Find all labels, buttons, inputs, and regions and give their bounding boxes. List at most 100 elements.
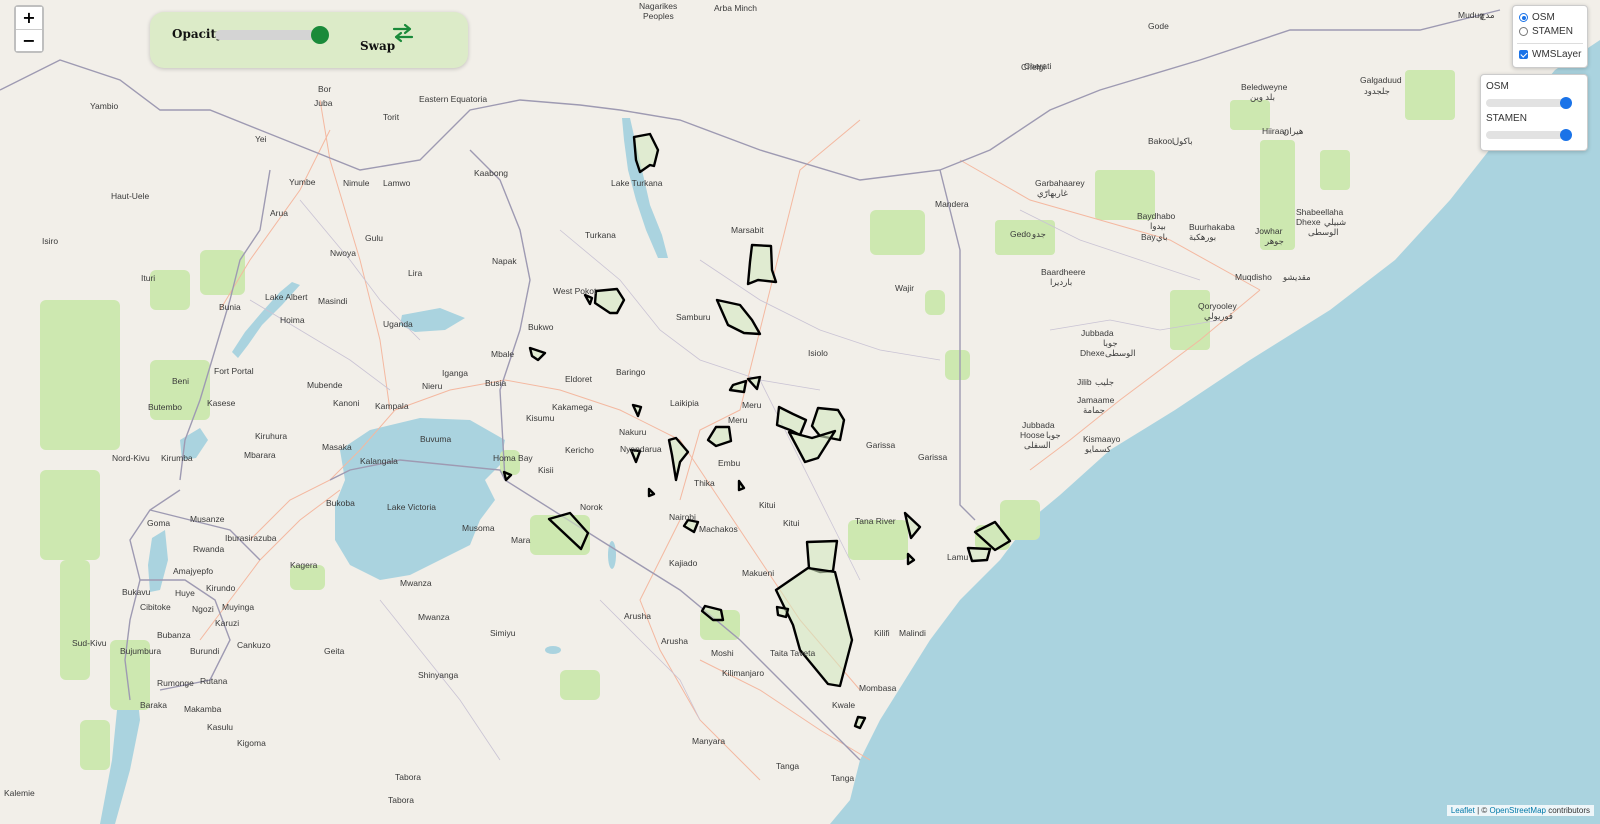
map-label: Kilifi bbox=[874, 628, 890, 638]
map-label: Lira bbox=[408, 268, 423, 278]
pemba-channel bbox=[883, 756, 891, 780]
map-label: Bukwo bbox=[528, 322, 554, 332]
map-label: Kampala bbox=[375, 401, 409, 411]
stamen-radio[interactable] bbox=[1519, 27, 1528, 36]
map-label: Galgaduud bbox=[1360, 75, 1402, 85]
map-label: Goma bbox=[147, 518, 171, 528]
map-label: جدو bbox=[1032, 229, 1046, 239]
map-label: Nwoya bbox=[330, 248, 356, 258]
wms-layer-checkbox[interactable] bbox=[1519, 50, 1528, 59]
map-label: Torit bbox=[383, 112, 400, 122]
map-label: Yambio bbox=[90, 101, 119, 111]
map-label: Isiro bbox=[42, 236, 59, 246]
map-label: Rwanda bbox=[193, 544, 225, 554]
map-label: Turkana bbox=[585, 230, 616, 240]
osm-link[interactable]: OpenStreetMap bbox=[1489, 806, 1545, 815]
map-label: Kisumu bbox=[526, 413, 555, 423]
map-label: Geita bbox=[324, 646, 345, 656]
map-label: Arba Minch bbox=[714, 3, 757, 13]
map-label: Qoryooley bbox=[1198, 301, 1237, 311]
map-label: جمامة bbox=[1083, 405, 1105, 415]
layer-option-stamen[interactable]: STAMEN bbox=[1519, 26, 1573, 37]
map-label: غاربهارّي bbox=[1037, 188, 1068, 198]
map-label: Arusha bbox=[661, 636, 688, 646]
map-label: شبيلي bbox=[1324, 217, 1347, 227]
map-label: Buurhakaba bbox=[1189, 222, 1235, 232]
map-label: Shinyanga bbox=[418, 670, 459, 680]
opacity-slider-thumb[interactable] bbox=[310, 26, 329, 44]
map-label: Gode bbox=[1148, 21, 1169, 31]
map-label: Lamu bbox=[947, 552, 969, 562]
map-label: Tabora bbox=[388, 795, 414, 805]
osm-radio[interactable] bbox=[1519, 13, 1528, 22]
map-label: Garissa bbox=[866, 440, 896, 450]
map-label: Rumonge bbox=[157, 678, 194, 688]
wms-layer-label: WMSLayer bbox=[1532, 49, 1582, 60]
map-label: Baringo bbox=[616, 367, 646, 377]
map-label: Kajiado bbox=[669, 558, 698, 568]
map-label: جوبا bbox=[1103, 338, 1118, 348]
layer-switcher: OSM STAMEN WMSLayer bbox=[1512, 5, 1588, 68]
map-label: Nieru bbox=[422, 381, 443, 391]
map-label: Kirumba bbox=[161, 453, 193, 463]
map-label: Kaabong bbox=[474, 168, 509, 178]
map-label: بورهكبة bbox=[1189, 232, 1217, 242]
map-label: Uganda bbox=[383, 319, 413, 329]
opacity-swap-panel: Opacity Swap bbox=[150, 12, 468, 68]
stamen-opacity-thumb[interactable] bbox=[1559, 129, 1572, 141]
map-label: بارديرا bbox=[1050, 277, 1073, 287]
layer-option-osm[interactable]: OSM bbox=[1519, 12, 1555, 23]
map-label: Rutana bbox=[200, 676, 228, 686]
map-label: Cankuzo bbox=[237, 640, 271, 650]
map-label: Baraka bbox=[140, 700, 167, 710]
map-label: مقديشو bbox=[1283, 272, 1311, 282]
opacity-slider[interactable] bbox=[215, 26, 329, 44]
map-label: Lake Turkana bbox=[611, 178, 663, 188]
map-label: Napak bbox=[492, 256, 517, 266]
leaflet-link[interactable]: Leaflet bbox=[1451, 806, 1475, 815]
map-label: Arua bbox=[270, 208, 288, 218]
map-label: جوبا bbox=[1046, 430, 1061, 440]
map-label: Taita Taveta bbox=[770, 648, 816, 658]
map-label: Bubanza bbox=[157, 630, 191, 640]
stamen-opacity-slider[interactable] bbox=[1486, 129, 1572, 141]
map-label: هيران bbox=[1283, 126, 1304, 136]
map-label: Ituri bbox=[141, 273, 156, 283]
swap-arrows-icon[interactable] bbox=[390, 22, 416, 44]
osm-opacity-thumb[interactable] bbox=[1559, 97, 1572, 109]
zoom-in-button[interactable]: + bbox=[16, 7, 42, 29]
map-label: Beledweyne bbox=[1241, 82, 1288, 92]
osm-opacity-slider[interactable] bbox=[1486, 97, 1572, 109]
map-label: Kakamega bbox=[552, 402, 593, 412]
map-label: Mwanza bbox=[418, 612, 450, 622]
zoom-out-button[interactable]: − bbox=[16, 29, 42, 51]
attribution-suffix: contributors bbox=[1545, 806, 1590, 815]
map-label: Lake Albert bbox=[265, 292, 308, 302]
map-label: قوريولي bbox=[1204, 311, 1233, 321]
map-label: Peoples bbox=[643, 11, 674, 21]
map-canvas[interactable]: Nagarikes Peoples Arba Minch Mudug مدج G… bbox=[0, 0, 1600, 824]
map-label: Bujumbura bbox=[120, 646, 162, 656]
map-label: Tanga bbox=[776, 761, 800, 771]
map-label: Gedo bbox=[1010, 229, 1031, 239]
map-label: Musoma bbox=[462, 523, 495, 533]
map-label: Ngozi bbox=[192, 604, 214, 614]
map-label: Jubbada bbox=[1022, 420, 1055, 430]
map-label: Makamba bbox=[184, 704, 222, 714]
map-label: Kiruhura bbox=[255, 431, 288, 441]
overlay-option-wms[interactable]: WMSLayer bbox=[1519, 49, 1581, 60]
map-label: Kitui bbox=[783, 518, 800, 528]
map-label: Masaka bbox=[322, 442, 352, 452]
map-label: بيدوا bbox=[1150, 221, 1166, 231]
map-label: Dhexe bbox=[1296, 217, 1321, 227]
map-label: Mandera bbox=[935, 199, 969, 209]
map-label: السفلى bbox=[1024, 440, 1051, 450]
map-label: Kericho bbox=[565, 445, 594, 455]
map-label: Huye bbox=[175, 588, 195, 598]
map-label: Mara bbox=[511, 535, 531, 545]
map-label: Baardheere bbox=[1041, 267, 1086, 277]
map-label: Mubende bbox=[307, 380, 343, 390]
map-label: Kalangala bbox=[360, 456, 398, 466]
map-label: Masindi bbox=[318, 296, 348, 306]
map-label: مدج bbox=[1480, 10, 1495, 20]
